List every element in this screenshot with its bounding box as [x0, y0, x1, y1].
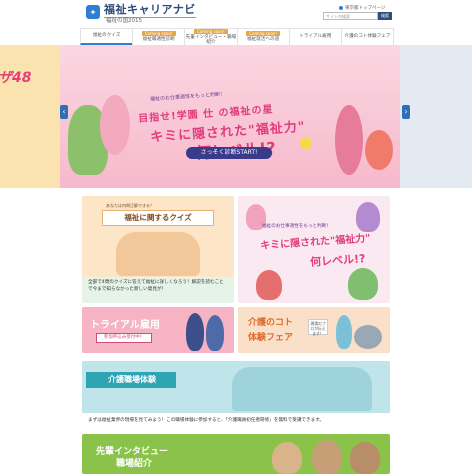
nav-label: 先輩インタビュー・職場紹介: [185, 34, 237, 46]
nav-item-aptitude[interactable]: Coming soon! 福祉職適性診断: [132, 29, 184, 45]
nav-label: 福祉職適性診断: [142, 37, 175, 43]
carousel-prev-arrow[interactable]: ‹: [60, 105, 68, 119]
interview-card[interactable]: 先輩インタビュー 職場紹介: [82, 434, 390, 474]
quiz-tagline: あなたは何問正解できる？: [106, 203, 154, 208]
fair-title-1: 介護のコト: [248, 318, 294, 328]
nav-item-job-hunting[interactable]: Coming soon! 福祉就活への道: [236, 29, 289, 45]
coming-soon-badge: Coming soon!: [194, 28, 228, 34]
person-photo: [312, 440, 342, 474]
start-diagnosis-button[interactable]: さっそく診断START!: [186, 147, 272, 159]
person-photo: [272, 442, 302, 474]
top-page-link[interactable]: 東京都トップページ: [339, 5, 385, 11]
nav-label: 介護のコト体験フェア: [344, 34, 391, 40]
trial-employment-card[interactable]: トライアル雇用 参加申込み受付中！: [82, 307, 234, 353]
quiz-description: 全部で4問のクイズに答えて福祉に詳しくなろう！解説を読むことで今まで知らなかった…: [82, 277, 234, 303]
quiz-card[interactable]: あなたは何問正解できる？ 福祉に関するクイズ 全部で4問のクイズに答えて福祉に詳…: [82, 196, 234, 303]
character-illustration: [356, 202, 380, 232]
trial-title: トライアル雇用: [90, 320, 160, 331]
care-fair-card[interactable]: 介護のコト 体験フェア 現場のプロが伝えます！: [238, 307, 390, 353]
site-header: ✦ 福祉キャリアナビ 福祉の国2015 東京都トップページ サイト内検索 検索: [0, 0, 472, 28]
search-button[interactable]: 検索: [378, 12, 392, 20]
care-workplace-description: まずは福祉業界の現場を見てみよう！この職場体験に参加すると、「介護職員初任者研修…: [82, 413, 390, 429]
quiz-title: 福祉に関するクイズ: [102, 210, 214, 226]
bullet-icon: [339, 5, 343, 10]
aptitude-title: キミに隠された"福祉力": [259, 233, 371, 252]
nav-item-trial[interactable]: トライアル雇用: [288, 29, 341, 45]
global-nav: 福祉のクイズ Coming soon! 福祉職適性診断 Coming soon!…: [80, 28, 395, 46]
fair-title-2: 体験フェア: [248, 333, 294, 343]
carousel-next-arrow[interactable]: ›: [402, 105, 410, 119]
care-workplace-title: 介護職場体験: [86, 372, 176, 388]
hero-prev-slide-text: ザ48: [0, 70, 32, 86]
hero-carousel[interactable]: ザ48 福祉のお仕事適性をもっと判断！ 目指せ!学園 仕 の福祉の星 キミに隠さ…: [0, 45, 472, 188]
aptitude-card[interactable]: 福祉のお仕事適性をもっと判断！ キミに隠された"福祉力" 何レベル!?: [238, 196, 390, 303]
character-illustration: [256, 270, 282, 300]
interview-subtitle: 職場紹介: [116, 459, 153, 469]
nav-label: 福祉のクイズ: [92, 33, 121, 39]
people-illustration: [116, 232, 200, 276]
worker-illustration: [206, 315, 224, 351]
mascot-character-illustration: [365, 130, 393, 170]
site-logo[interactable]: ✦ 福祉キャリアナビ 福祉の国2015: [86, 4, 196, 25]
nav-label: トライアル雇用: [299, 34, 332, 40]
nav-label: 福祉就活への道: [247, 37, 280, 43]
logo-title: 福祉キャリアナビ: [104, 3, 196, 16]
staff-group-illustration: [232, 367, 372, 411]
wheelchair-illustration: [354, 325, 382, 349]
coming-soon-badge: Coming soon!: [141, 31, 176, 37]
trial-badge: 参加申込み受付中！: [96, 333, 152, 343]
star-character-illustration: [300, 137, 312, 149]
logo-icon: ✦: [86, 5, 100, 19]
site-search: サイト内検索 検索: [323, 12, 392, 20]
caregiver-illustration: [336, 315, 352, 349]
search-input[interactable]: サイト内検索: [323, 12, 378, 20]
student-character-illustration: [335, 105, 363, 175]
fair-note: 現場のプロが伝えます！: [308, 319, 328, 336]
aptitude-subtitle: 何レベル!?: [309, 252, 366, 269]
person-photo: [350, 442, 380, 474]
girl-character-illustration: [100, 95, 130, 155]
aptitude-pretitle: 福祉のお仕事適性をもっと判断！: [262, 224, 331, 229]
care-workplace-card[interactable]: 介護職場体験 まずは福祉業界の現場を見てみよう！この職場体験に参加すると、「介護…: [82, 361, 390, 429]
top-page-link-label: 東京都トップページ: [345, 6, 386, 11]
coming-soon-badge: Coming soon!: [246, 31, 280, 37]
character-illustration: [348, 268, 378, 300]
nav-item-fair[interactable]: 介護のコト体験フェア: [340, 29, 395, 45]
nav-item-interview[interactable]: Coming soon! 先輩インタビュー・職場紹介: [184, 28, 237, 46]
nav-item-quiz[interactable]: 福祉のクイズ: [80, 29, 133, 45]
hero-next-slide-preview: [400, 45, 472, 188]
logo-subtitle: 福祉の国2015: [104, 17, 196, 25]
worker-illustration: [186, 313, 204, 351]
